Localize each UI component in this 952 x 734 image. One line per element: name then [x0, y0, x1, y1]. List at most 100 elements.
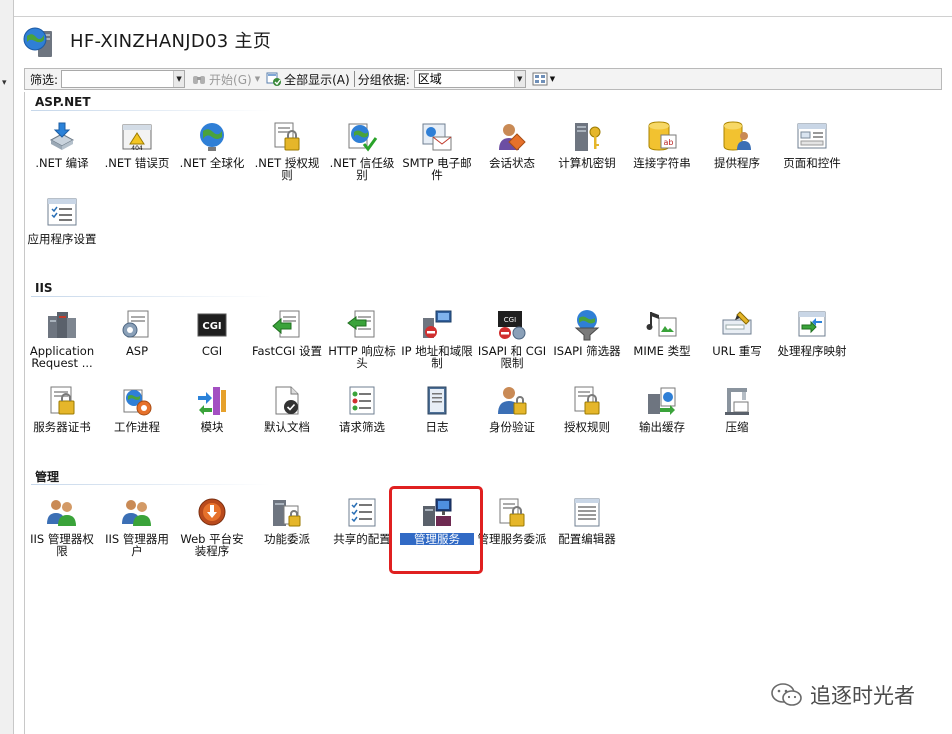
feature-label: Web 平台安装程序 — [180, 532, 244, 558]
watermark: 追逐时光者 — [770, 680, 915, 710]
iis-manager-users-icon — [122, 500, 151, 526]
feature-error-pages[interactable]: 404 .NET 错误页 — [100, 118, 174, 169]
session-state-icon — [499, 124, 526, 151]
feature-authentication[interactable]: 身份验证 — [475, 382, 549, 433]
feature-label: 压缩 — [725, 420, 749, 434]
server-cert-icon — [50, 386, 75, 415]
feature-label: 工作进程 — [114, 420, 160, 434]
authorization-rules-icon — [574, 386, 600, 415]
svg-text:404: 404 — [131, 145, 143, 152]
http-headers-icon — [347, 310, 375, 338]
feature-label: .NET 授权规则 — [254, 156, 320, 182]
view-icons-icon — [532, 72, 548, 86]
feature-label: 连接字符串 — [633, 156, 691, 170]
feature-isapi-cgi-restrictions[interactable]: CGI ISAPI 和 CGI 限制 — [475, 306, 549, 369]
feature-server-certificates[interactable]: 服务器证书 — [25, 382, 99, 433]
feature-request-filtering[interactable]: 请求筛选 — [325, 382, 399, 433]
feature-label: 日志 — [425, 420, 449, 434]
feature-label: 会话状态 — [489, 156, 535, 170]
feature-management-service-delegation[interactable]: 管理服务委派 — [475, 494, 549, 545]
feature-label: IIS 管理器用户 — [105, 532, 169, 558]
page-title: HF-XINZHANJD03 主页 — [70, 31, 272, 52]
feature-globalization[interactable]: .NET 全球化 — [175, 118, 249, 169]
feature-label: CGI — [201, 344, 223, 358]
group-by-select[interactable]: 区域 ▼ — [413, 70, 526, 88]
feature-application-request-routing[interactable]: Application Request ... — [25, 306, 99, 369]
feature-label: HTTP 响应标头 — [328, 344, 396, 370]
feature-logging[interactable]: 日志 — [400, 382, 474, 433]
feature-label: 管理服务委派 — [477, 532, 547, 546]
show-all-button[interactable]: 全部显示(A) — [266, 71, 350, 88]
feature-connection-strings[interactable]: ab 连接字符串 — [625, 118, 699, 169]
page-header: HF-XINZHANJD03 主页 — [14, 16, 952, 64]
handler-mappings-icon — [798, 311, 826, 337]
feature-pages-controls[interactable]: 页面和控件 — [775, 118, 849, 169]
feature-isapi-filters[interactable]: ISAPI 筛选器 — [550, 306, 624, 357]
mime-types-icon — [646, 312, 677, 337]
feature-iis-manager-permissions[interactable]: IIS 管理器权限 — [25, 494, 99, 557]
feature-web-platform-installer[interactable]: Web 平台安装程序 — [175, 494, 249, 557]
feature-modules[interactable]: 模块 — [175, 382, 249, 433]
feature-label: IP 地址和域限制 — [401, 344, 473, 370]
feature-iis-manager-users[interactable]: IIS 管理器用户 — [100, 494, 174, 557]
left-window-edge: ▾ — [0, 0, 14, 734]
feature-session-state[interactable]: 会话状态 — [475, 118, 549, 169]
url-rewrite-icon — [722, 311, 752, 335]
feature-smtp-email[interactable]: SMTP 电子邮件 — [400, 118, 474, 181]
feature-configuration-editor[interactable]: 配置编辑器 — [550, 494, 624, 545]
feature-fastcgi[interactable]: FastCGI 设置 — [250, 306, 324, 357]
feature-label: .NET 错误页 — [104, 156, 170, 170]
chevron-down-icon[interactable]: ▼ — [513, 71, 525, 87]
chevron-down-icon: ▼ — [254, 75, 261, 83]
feature-compression[interactable]: 压缩 — [700, 382, 774, 433]
feature-handler-mappings[interactable]: 处理程序映射 — [775, 306, 849, 357]
group-by-value: 区域 — [417, 72, 442, 86]
feature-worker-processes[interactable]: 工作进程 — [100, 382, 174, 433]
feature-trust-level[interactable]: .NET 信任级别 — [325, 118, 399, 181]
web-platform-installer-icon — [198, 498, 226, 526]
feature-label: 请求筛选 — [339, 420, 385, 434]
feature-label: 授权规则 — [564, 420, 610, 434]
feature-label: .NET 信任级别 — [329, 156, 395, 182]
feature-label: 模块 — [200, 420, 224, 434]
app-settings-icon — [47, 198, 77, 226]
feature-url-rewrite[interactable]: URL 重写 — [700, 306, 774, 357]
group-divider — [31, 110, 271, 111]
feature-authorization-rules[interactable]: 授权规则 — [550, 382, 624, 433]
group-header-iis: IIS — [35, 281, 53, 295]
start-filter-button[interactable]: 开始(G) ▼ — [191, 71, 260, 88]
svg-text:ab: ab — [664, 138, 674, 147]
group-divider — [31, 296, 271, 297]
feature-shared-configuration[interactable]: 共享的配置 — [325, 494, 399, 545]
feature-http-response-headers[interactable]: HTTP 响应标头 — [325, 306, 399, 369]
feature-feature-delegation[interactable]: 功能委派 — [250, 494, 324, 545]
feature-mime-types[interactable]: MIME 类型 — [625, 306, 699, 357]
filter-input[interactable]: ▼ — [61, 70, 186, 88]
view-mode-button[interactable]: ▼ — [532, 71, 555, 87]
config-editor-icon — [574, 498, 600, 527]
filter-toolbar: 筛选: ▼ 开始(G) ▼ 全部显示(A) 分组依据: 区域 ▼ ▼ — [24, 68, 942, 90]
feature-cgi[interactable]: CGI CGI — [175, 306, 249, 357]
feature-providers[interactable]: 提供程序 — [700, 118, 774, 169]
feature-label: SMTP 电子邮件 — [402, 156, 472, 182]
feature-ip-domain-restrictions[interactable]: IP 地址和域限制 — [400, 306, 474, 369]
feature-label: Application Request ... — [29, 344, 95, 370]
arr-server-icon — [48, 312, 76, 338]
feature-dotnet-authorization[interactable]: .NET 授权规则 — [250, 118, 324, 181]
feature-asp[interactable]: ASP — [100, 306, 174, 357]
feature-label: .NET 全球化 — [179, 156, 245, 170]
feature-label: 提供程序 — [714, 156, 760, 170]
feature-machine-key[interactable]: 计算机密钥 — [550, 118, 624, 169]
server-globe-icon — [23, 27, 52, 57]
feature-default-document[interactable]: 默认文档 — [250, 382, 324, 433]
connection-string-icon: ab — [648, 121, 677, 151]
feature-dotnet-compile[interactable]: .NET 编译 — [25, 118, 99, 169]
chevron-down-icon[interactable]: ▼ — [173, 71, 185, 87]
binoculars-icon — [193, 76, 206, 84]
feature-app-settings[interactable]: 应用程序设置 — [25, 194, 99, 245]
feature-label: ASP — [125, 344, 149, 358]
pages-controls-icon — [797, 123, 827, 149]
watermark-text: 追逐时光者 — [810, 684, 915, 708]
feature-output-caching[interactable]: 输出缓存 — [625, 382, 699, 433]
selection-highlight-box — [389, 486, 483, 574]
